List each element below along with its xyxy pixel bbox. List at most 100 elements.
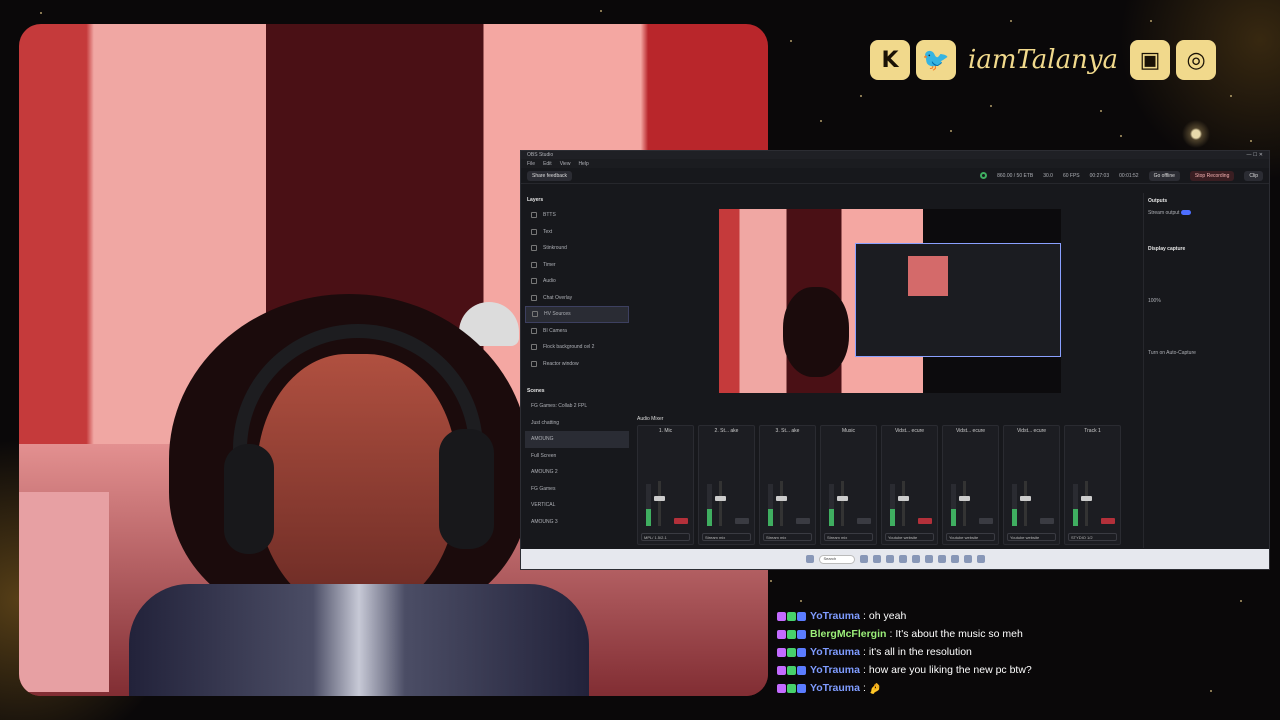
taskbar-app-icon[interactable] — [898, 555, 907, 563]
menu-item[interactable]: View — [560, 161, 571, 167]
scene-item[interactable]: FG Games: Collab 2 FPL — [525, 398, 629, 415]
badge-icon — [787, 683, 796, 693]
taskbar-app-icon[interactable] — [937, 555, 946, 563]
layer-item[interactable]: Timer — [525, 257, 629, 274]
volume-fader[interactable] — [959, 496, 970, 501]
stream-output-toggle[interactable] — [1180, 210, 1191, 216]
channel-name: Vidst... ecure — [894, 428, 925, 434]
volume-fader[interactable] — [776, 496, 787, 501]
mute-button[interactable] — [1101, 518, 1115, 524]
layer-label: Reactor window — [543, 360, 579, 367]
output-select[interactable]: Youtube website — [1007, 533, 1056, 541]
menu-item[interactable]: File — [527, 161, 535, 167]
taskbar-app-icon[interactable] — [885, 555, 894, 563]
output-select[interactable]: STYDIO 1/2 — [1068, 533, 1117, 541]
output-select[interactable]: Stream mix — [824, 533, 873, 541]
obs-window[interactable]: OBS Studio — ☐ ✕ File Edit View Help Share … — [520, 150, 1270, 570]
scene-item[interactable]: VERTICAL — [525, 497, 629, 514]
clip-button[interactable]: Clip — [1244, 170, 1263, 181]
badge-icon — [777, 629, 786, 639]
mute-button[interactable] — [735, 518, 749, 524]
taskbar-app-icon[interactable] — [872, 555, 881, 563]
go-offline-button[interactable]: Go offline — [1148, 170, 1180, 181]
volume-fader[interactable] — [1081, 496, 1092, 501]
badge-icon — [797, 665, 806, 675]
volume-fader[interactable] — [898, 496, 909, 501]
outputs-title: Outputs — [1148, 198, 1168, 204]
stat-fps: 60 FPS — [1062, 172, 1080, 179]
taskbar-app-icon[interactable] — [950, 555, 959, 563]
menu-item[interactable]: Edit — [543, 161, 552, 167]
obs-left-panel: Layers BTTS Text Stinkround Timer Audio Chat … — [525, 193, 629, 548]
output-select[interactable]: Youtube website — [946, 533, 995, 541]
volume-fader[interactable] — [654, 496, 665, 501]
mixer-channel: Vidst... ecure Youtube website — [881, 425, 938, 545]
audio-mixer: Audio Mixer 1. Mic MPL/ 1.5/2.1 2. St... a… — [633, 413, 1131, 553]
taskbar-app-icon[interactable] — [859, 555, 868, 563]
taskbar-app-icon[interactable] — [976, 555, 985, 563]
scene-item[interactable]: FG Games — [525, 481, 629, 498]
mute-button[interactable] — [918, 518, 932, 524]
star — [1240, 600, 1242, 602]
menu-item[interactable]: Help — [578, 161, 588, 167]
preview-nested-capture[interactable] — [855, 243, 1061, 357]
social-bar: K 🐦 iamTalanya ▣ ◎ — [870, 36, 1217, 84]
badge-icon — [797, 647, 806, 657]
badges — [777, 647, 806, 657]
scene-item[interactable]: AMOUNG 3 — [525, 514, 629, 531]
mixer-channel: 3. St... ake Stream mix — [759, 425, 816, 545]
layers-list: BTTS Text Stinkround Timer Audio Chat Overlay… — [525, 207, 629, 372]
layer-item[interactable]: Audio — [525, 273, 629, 290]
output-select[interactable]: Stream mix — [763, 533, 812, 541]
layer-item[interactable]: Reactor window — [525, 356, 629, 373]
stat-stream-time: 00:27:03 — [1089, 172, 1110, 179]
layer-label: Audio — [543, 278, 556, 285]
layer-item[interactable]: Flock background cel 2 — [525, 339, 629, 356]
scene-item[interactable]: AMOUNG 2 — [525, 464, 629, 481]
badge-icon — [777, 665, 786, 675]
taskbar-app-icon[interactable] — [911, 555, 920, 563]
output-select[interactable]: Youtube website — [885, 533, 934, 541]
channel-name: 3. St... ake — [775, 428, 800, 434]
stop-recording-button[interactable]: Stop Recording — [1189, 170, 1235, 181]
output-select[interactable]: MPL/ 1.5/2.1 — [641, 533, 690, 541]
layer-item[interactable]: BI Camera — [525, 323, 629, 340]
volume-fader[interactable] — [837, 496, 848, 501]
stat-cpu: 30.0 — [1043, 172, 1053, 179]
output-select[interactable]: Stream mix — [702, 533, 751, 541]
mute-button[interactable] — [979, 518, 993, 524]
mute-button[interactable] — [1040, 518, 1054, 524]
layer-item[interactable]: Chat Overlay — [525, 290, 629, 307]
start-icon[interactable] — [805, 555, 814, 563]
auto-capture-row[interactable]: Turn on Auto-Capture — [1148, 347, 1261, 359]
obs-preview[interactable] — [719, 209, 1061, 393]
channel-name: 1. Mic — [658, 428, 673, 434]
layer-item[interactable]: Text — [525, 224, 629, 241]
scene-item[interactable]: Full Screen — [525, 448, 629, 465]
obs-window-title: OBS Studio — [527, 152, 554, 158]
window-controls[interactable]: — ☐ ✕ — [1247, 152, 1263, 158]
stream-output-row[interactable]: Stream output — [1148, 207, 1261, 219]
scenes-list: FG Games: Collab 2 FPL Just chatting AMOUN… — [525, 398, 629, 530]
taskbar-app-icon[interactable] — [924, 555, 933, 563]
layer-item[interactable]: Stinkround — [525, 240, 629, 257]
share-feedback-button[interactable]: Share feedback — [527, 170, 573, 181]
mute-button[interactable] — [857, 518, 871, 524]
mute-button[interactable] — [796, 518, 810, 524]
chat-message: YoTrauma: how are you liking the new pc b… — [777, 661, 1197, 679]
channel-name: Track 1 — [1084, 428, 1101, 434]
scene-item[interactable]: Just chatting — [525, 415, 629, 432]
taskbar-app-icon[interactable] — [963, 555, 972, 563]
level-meter — [768, 484, 773, 526]
taskbar-search[interactable]: Search — [818, 554, 855, 564]
stat-rec-time: 00:01:52 — [1119, 172, 1139, 179]
mute-button[interactable] — [674, 518, 688, 524]
layer-item[interactable]: BTTS — [525, 207, 629, 224]
chat-text: how are you liking the new pc btw? — [868, 664, 1032, 676]
volume-fader[interactable] — [1020, 496, 1031, 501]
opacity-row[interactable]: 100% — [1148, 295, 1261, 307]
layer-item[interactable]: HV Sources — [525, 306, 629, 323]
volume-fader[interactable] — [715, 496, 726, 501]
scene-item[interactable]: AMOUNG — [525, 431, 629, 448]
volume-fader-track — [719, 481, 722, 526]
